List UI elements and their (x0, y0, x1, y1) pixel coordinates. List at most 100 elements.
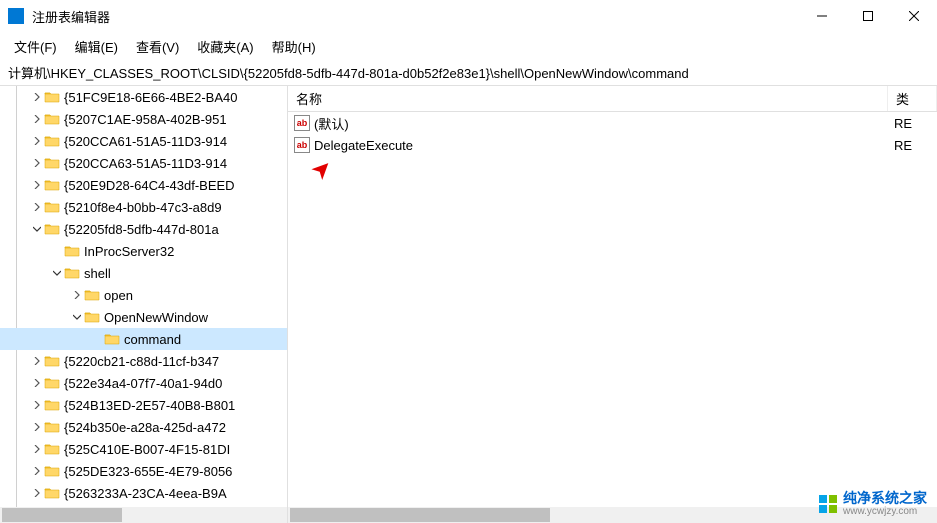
tree-item-label: command (124, 332, 181, 347)
folder-icon (44, 354, 60, 368)
tree-item[interactable]: {5263233A-23CA-4eea-B9A (0, 482, 287, 504)
tree-item[interactable]: {5220cb21-c88d-11cf-b347 (0, 350, 287, 372)
tree-item[interactable]: {522e34a4-07f7-40a1-94d0 (0, 372, 287, 394)
minimize-button[interactable] (799, 0, 845, 32)
folder-icon (44, 442, 60, 456)
tree-item-label: {525C410E-B007-4F15-81DI (64, 442, 230, 457)
folder-icon (44, 112, 60, 126)
tree-item-label: {52205fd8-5dfb-447d-801a (64, 222, 219, 237)
tree-item[interactable]: {520CCA61-51A5-11D3-914 (0, 130, 287, 152)
string-value-icon: ab (294, 115, 310, 131)
folder-icon (44, 464, 60, 478)
chevron-right-icon[interactable] (30, 200, 44, 214)
tree-item-label: shell (84, 266, 111, 281)
tree-item[interactable]: {51FC9E18-6E66-4BE2-BA40 (0, 86, 287, 108)
address-path: 计算机\HKEY_CLASSES_ROOT\CLSID\{52205fd8-5d… (8, 63, 689, 82)
tree-item[interactable]: {520CCA63-51A5-11D3-914 (0, 152, 287, 174)
list-row[interactable]: ab(默认) RE (288, 112, 937, 134)
menu-file[interactable]: 文件(F) (6, 33, 65, 60)
chevron-right-icon[interactable] (30, 156, 44, 170)
string-value-icon: ab (294, 137, 310, 153)
folder-icon (64, 266, 80, 280)
tree-item-label: {522e34a4-07f7-40a1-94d0 (64, 376, 222, 391)
chevron-right-icon[interactable] (30, 90, 44, 104)
value-type: RE (894, 116, 912, 131)
folder-icon (84, 310, 100, 324)
window-title: 注册表编辑器 (32, 7, 799, 26)
tree-item[interactable]: command (0, 328, 287, 350)
folder-icon (44, 222, 60, 236)
chevron-right-icon[interactable] (30, 486, 44, 500)
menu-edit[interactable]: 编辑(E) (67, 33, 126, 60)
content-area: {51FC9E18-6E66-4BE2-BA40 {5207C1AE-958A-4… (0, 86, 937, 523)
tree-item-label: {524B13ED-2E57-40B8-B801 (64, 398, 235, 413)
tree-item[interactable]: OpenNewWindow (0, 306, 287, 328)
folder-icon (44, 134, 60, 148)
tree-item[interactable]: {525C410E-B007-4F15-81DI (0, 438, 287, 460)
tree-item[interactable]: shell (0, 262, 287, 284)
column-name[interactable]: 名称 (288, 86, 888, 111)
close-button[interactable] (891, 0, 937, 32)
tree-item[interactable]: {524B13ED-2E57-40B8-B801 (0, 394, 287, 416)
tree-item[interactable]: {525DE323-655E-4E79-8056 (0, 460, 287, 482)
tree-item[interactable]: {5207C1AE-958A-402B-951 (0, 108, 287, 130)
tree-item[interactable]: {52205fd8-5dfb-447d-801a (0, 218, 287, 240)
list-header: 名称 类 (288, 86, 937, 112)
chevron-right-icon[interactable] (70, 288, 84, 302)
menu-view[interactable]: 查看(V) (128, 33, 187, 60)
list-scrollbar[interactable] (288, 507, 937, 523)
chevron-right-icon[interactable] (30, 134, 44, 148)
tree-item[interactable]: InProcServer32 (0, 240, 287, 262)
chevron-right-icon[interactable] (30, 354, 44, 368)
folder-icon (84, 288, 100, 302)
no-expander-icon (50, 244, 64, 258)
menu-help[interactable]: 帮助(H) (264, 33, 324, 60)
folder-icon (44, 376, 60, 390)
chevron-down-icon[interactable] (70, 310, 84, 324)
folder-icon (44, 200, 60, 214)
tree-item-label: InProcServer32 (84, 244, 174, 259)
chevron-down-icon[interactable] (50, 266, 64, 280)
tree-item-label: {520CCA63-51A5-11D3-914 (64, 156, 227, 171)
maximize-button[interactable] (845, 0, 891, 32)
tree-item-label: {51FC9E18-6E66-4BE2-BA40 (64, 90, 237, 105)
chevron-right-icon[interactable] (30, 178, 44, 192)
tree-scrollbar[interactable] (0, 507, 287, 523)
menu-favorites[interactable]: 收藏夹(A) (189, 33, 261, 60)
folder-icon (44, 178, 60, 192)
tree-item-label: {525DE323-655E-4E79-8056 (64, 464, 232, 479)
tree-item-label: OpenNewWindow (104, 310, 208, 325)
folder-icon (44, 90, 60, 104)
window-controls (799, 0, 937, 32)
chevron-right-icon[interactable] (30, 376, 44, 390)
tree-item[interactable]: open (0, 284, 287, 306)
address-bar[interactable]: 计算机\HKEY_CLASSES_ROOT\CLSID\{52205fd8-5d… (0, 60, 937, 86)
list-panel: 名称 类 ab(默认) RE ab DelegateExecute RE (288, 86, 937, 523)
chevron-right-icon[interactable] (30, 464, 44, 478)
chevron-right-icon[interactable] (30, 420, 44, 434)
tree-item-label: {5263233A-23CA-4eea-B9A (64, 486, 227, 501)
list-body: ab(默认) RE ab DelegateExecute RE (288, 112, 937, 156)
folder-icon (104, 332, 120, 346)
chevron-right-icon[interactable] (30, 112, 44, 126)
list-row[interactable]: ab DelegateExecute RE (288, 134, 937, 156)
folder-icon (64, 244, 80, 258)
tree-item-label: {524b350e-a28a-425d-a472 (64, 420, 226, 435)
tree-item[interactable]: {524b350e-a28a-425d-a472 (0, 416, 287, 438)
titlebar: 注册表编辑器 (0, 0, 937, 32)
chevron-down-icon[interactable] (30, 222, 44, 236)
folder-icon (44, 486, 60, 500)
value-type: RE (894, 138, 912, 153)
value-name: DelegateExecute (314, 138, 413, 153)
tree-item[interactable]: {520E9D28-64C4-43df-BEED (0, 174, 287, 196)
chevron-right-icon[interactable] (30, 442, 44, 456)
value-name: (默认) (314, 114, 349, 133)
app-icon (8, 8, 24, 24)
tree-view[interactable]: {51FC9E18-6E66-4BE2-BA40 {5207C1AE-958A-4… (0, 86, 287, 507)
column-type[interactable]: 类 (888, 86, 937, 111)
chevron-right-icon[interactable] (30, 398, 44, 412)
folder-icon (44, 156, 60, 170)
folder-icon (44, 420, 60, 434)
tree-item[interactable]: {5210f8e4-b0bb-47c3-a8d9 (0, 196, 287, 218)
tree-panel: {51FC9E18-6E66-4BE2-BA40 {5207C1AE-958A-4… (0, 86, 288, 523)
